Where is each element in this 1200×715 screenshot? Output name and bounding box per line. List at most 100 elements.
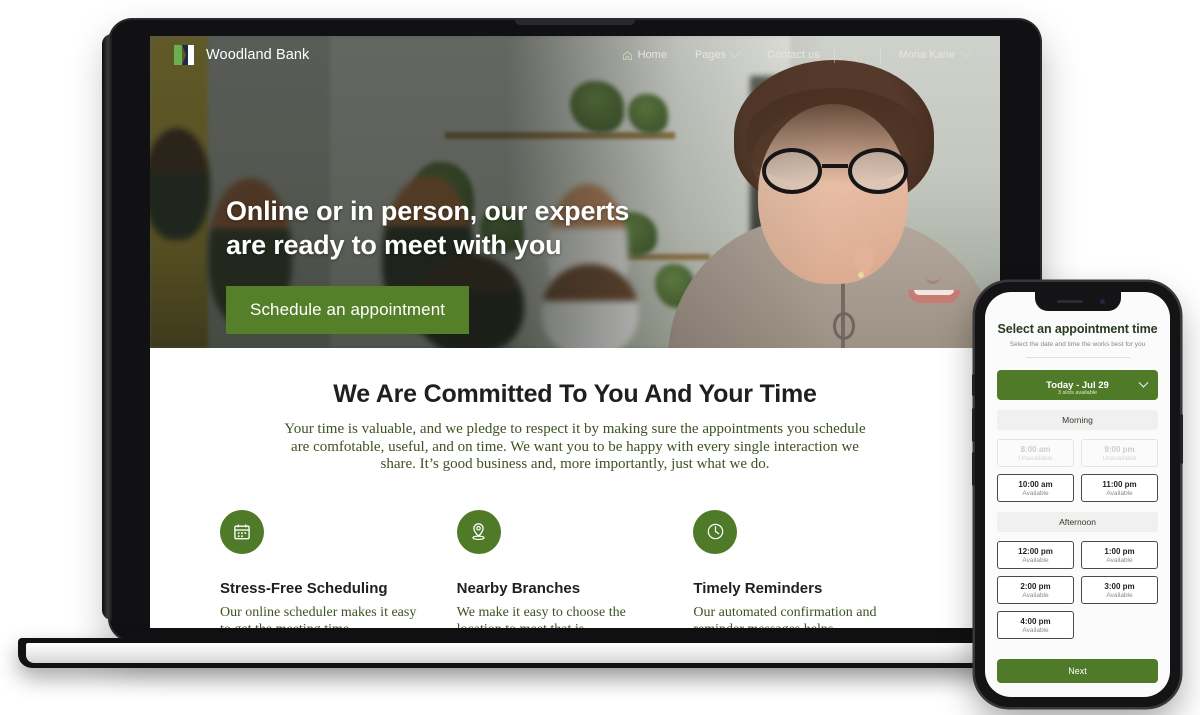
nav-item-pages-label: Pages: [694, 49, 727, 61]
feature-cards: Stress-Free Scheduling Our online schedu…: [150, 474, 1000, 628]
user-menu[interactable]: Mona Kane: [881, 46, 976, 61]
phone-screen: Select an appointment time Select the da…: [985, 292, 1170, 697]
nav-item-contact-us[interactable]: Contact us: [753, 49, 834, 61]
appointment-title: Select an appointment time: [997, 322, 1158, 336]
time-slot[interactable]: 1:00 pm Available: [1081, 541, 1158, 569]
feature-icon-circle: [220, 509, 264, 554]
feature-body: We make it easy to choose the location t…: [456, 604, 626, 628]
time-slot-time: 4:00 pm: [1020, 616, 1051, 626]
time-slot-status: Available: [1022, 591, 1049, 599]
laptop-screen: Woodland Bank Home Pages Contact us Mona…: [150, 36, 1000, 628]
time-slot-status: Unavailable: [1102, 454, 1137, 462]
brand-name: Woodland Bank: [206, 47, 310, 63]
appointment-picker: Select an appointment time Select the da…: [985, 292, 1170, 639]
schedule-appointment-button[interactable]: Schedule an appointment: [226, 286, 470, 335]
nav-item-home-label: Home: [637, 49, 667, 61]
home-icon: [622, 50, 632, 60]
date-selector-sub: 3 slots available: [1057, 390, 1098, 396]
time-slot-time: 8:00 am: [1020, 444, 1051, 454]
time-slot-status: Available: [1106, 591, 1133, 599]
time-slot: 8:00 am Unavailable: [997, 439, 1074, 467]
screenshot-stage: Woodland Bank Home Pages Contact us Mona…: [0, 0, 1200, 715]
slot-grid-morning: 8:00 am Unavailable 9:00 pm Unavailable …: [997, 439, 1158, 502]
chevron-down-icon: [729, 46, 741, 58]
appointment-subtitle: Select the date and time the works best …: [1009, 341, 1146, 348]
time-slot-status: Available: [1022, 489, 1049, 497]
time-slot-status: Available: [1106, 489, 1133, 497]
time-slot-status: Unavailable: [1018, 454, 1053, 462]
time-slot[interactable]: 4:00 pm Available: [997, 611, 1074, 639]
hero-title-line-1: Online or in person, our experts: [226, 196, 630, 226]
feature-body: Our automated confirmation and reminder …: [693, 604, 877, 628]
time-slot: 9:00 pm Unavailable: [1081, 439, 1158, 467]
time-slot-time: 2:00 pm: [1020, 581, 1051, 591]
commitment-section: We Are Committed To You And Your Time Yo…: [150, 348, 1000, 474]
feature-icon-circle: [693, 509, 738, 554]
divider: [1025, 357, 1130, 358]
slot-grid-afternoon: 12:00 pm Available 1:00 pm Available 2:0…: [997, 541, 1158, 639]
feature-card-scheduling: Stress-Free Scheduling Our online schedu…: [220, 509, 457, 628]
chevron-down-icon: [960, 46, 972, 58]
map-pin-icon: [472, 523, 485, 541]
phone-volume-up-button: [972, 408, 975, 442]
time-slot-status: Available: [1022, 556, 1049, 564]
commitment-heading: We Are Committed To You And Your Time: [333, 380, 817, 408]
time-slot-status: Available: [1022, 626, 1049, 634]
time-slot-status: Available: [1106, 556, 1133, 564]
laptop-base-surface: [26, 643, 1114, 663]
nav-item-home[interactable]: Home: [608, 49, 681, 61]
navbar-right: Home Pages Contact us Mona Kane: [608, 46, 976, 63]
hero-section: Woodland Bank Home Pages Contact us Mona…: [150, 36, 1000, 348]
laptop-base: [18, 638, 1122, 668]
hero-title-line-2: are ready to meet with you: [226, 230, 562, 261]
chevron-down-icon: [1138, 377, 1149, 388]
woodland-flag-logo-icon: [174, 45, 194, 65]
time-slot[interactable]: 10:00 am Available: [997, 474, 1074, 502]
laptop-camera-notch: [515, 20, 635, 25]
time-slot-time: 12:00 pm: [1018, 546, 1053, 556]
hero-title: Online or in person, our experts are rea…: [226, 194, 629, 262]
date-selector-label: Today - Jul 29: [1046, 379, 1109, 391]
nav-item-contact-us-label: Contact us: [767, 49, 820, 61]
phone-speaker: [1056, 300, 1083, 303]
feature-card-branches: Nearby Branches We make it easy to choos…: [456, 509, 694, 628]
time-slot-time: 11:00 pm: [1102, 479, 1137, 489]
next-button-wrap: Next: [997, 659, 1158, 683]
site-navbar: Woodland Bank Home Pages Contact us Mona…: [150, 36, 1000, 74]
time-slot[interactable]: 2:00 pm Available: [997, 576, 1074, 604]
feature-card-reminders: Timely Reminders Our automated confirmat…: [693, 509, 930, 628]
phone-notch: [1034, 292, 1121, 311]
website: Woodland Bank Home Pages Contact us Mona…: [150, 36, 1000, 628]
time-slot-time: 3:00 pm: [1104, 581, 1135, 591]
hero-copy: Online or in person, our experts are rea…: [226, 194, 629, 335]
time-slot-time: 1:00 pm: [1104, 546, 1135, 556]
clock-icon: [707, 523, 724, 540]
time-slot[interactable]: 11:00 pm Available: [1081, 474, 1158, 502]
phone-volume-down-button: [972, 452, 975, 486]
search-icon: [852, 50, 863, 61]
search-button[interactable]: [835, 49, 880, 62]
phone-power-button: [1180, 414, 1183, 464]
user-name-label: Mona Kane: [898, 49, 955, 61]
section-header-morning: Morning: [997, 410, 1158, 430]
nav-item-pages[interactable]: Pages: [681, 46, 753, 61]
time-slot-time: 10:00 am: [1018, 479, 1053, 489]
date-selector[interactable]: Today - Jul 29 3 slots available: [997, 370, 1158, 400]
time-slot-time: 9:00 pm: [1104, 444, 1135, 454]
section-header-afternoon: Afternoon: [997, 512, 1158, 532]
time-slot[interactable]: 3:00 pm Available: [1081, 576, 1158, 604]
brand-logo-group[interactable]: Woodland Bank: [174, 44, 309, 66]
next-button[interactable]: Next: [997, 659, 1158, 683]
time-slot[interactable]: 12:00 pm Available: [997, 541, 1074, 569]
calendar-icon: [234, 524, 250, 539]
feature-title: Nearby Branches: [456, 579, 581, 597]
commitment-body: Your time is valuable, and we pledge to …: [284, 421, 866, 473]
feature-title: Timely Reminders: [693, 579, 823, 597]
feature-title: Stress-Free Scheduling: [220, 579, 388, 597]
laptop-mockup: Woodland Bank Home Pages Contact us Mona…: [18, 20, 1122, 668]
phone-mute-switch: [972, 374, 975, 396]
phone-mockup: Select an appointment time Select the da…: [972, 282, 1183, 707]
feature-icon-circle: [456, 509, 501, 554]
phone-front-camera: [1099, 299, 1105, 304]
feature-body: Our online scheduler makes it easy to ge…: [220, 604, 417, 628]
